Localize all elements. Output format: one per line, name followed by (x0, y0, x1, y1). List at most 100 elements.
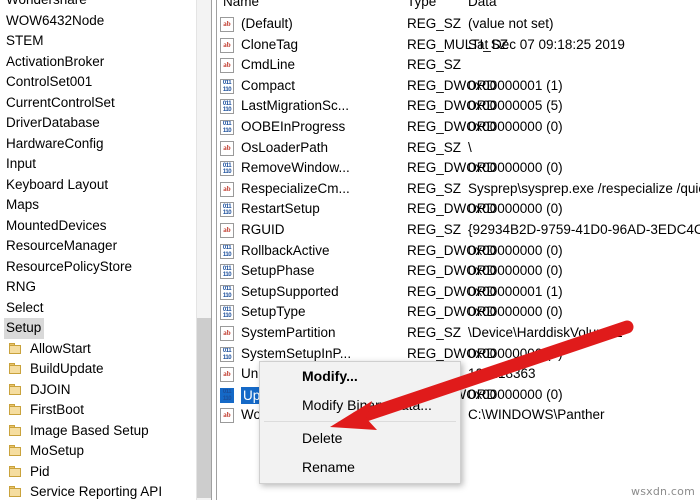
value-data-cell: 0x00000000 (0) (468, 201, 563, 217)
column-header-type[interactable]: Type (407, 0, 436, 12)
menu-item-rename[interactable]: Rename (260, 453, 460, 482)
table-row[interactable]: 011 110 SetupType REG_DWORD 0x00000000 (0) (217, 302, 700, 323)
value-name-cell: CloneTag (241, 36, 299, 52)
value-type-cell: REG_SZ (407, 221, 462, 237)
tree-item-activationbroker[interactable]: ActivationBroker (0, 52, 196, 73)
registry-editor-screenshot: WondershareWOW6432Node STEM ActivationBrok… (0, 0, 700, 500)
value-data-cell: (value not set) (468, 16, 554, 31)
dword-value-icon: 011 110 (220, 78, 234, 94)
tree-item-label: Service Reporting API (30, 484, 163, 499)
dword-value-icon: 011 110 (220, 119, 234, 135)
table-row[interactable]: 011 110 Compact REG_DWORD 0x00000001 (1) (217, 76, 700, 97)
tree-item-rng[interactable]: RNG (0, 277, 196, 298)
table-row[interactable]: ab RGUID REG_SZ {92934B2D-9759-41D0-96AD-3E… (217, 220, 700, 241)
tree-item-hardwareconfig[interactable]: HardwareConfig (0, 134, 196, 155)
tree-item-label: Maps (6, 197, 40, 212)
tree-item-resourcepolicystore[interactable]: ResourcePolicyStore (0, 257, 196, 278)
value-name-cell: (Default) (241, 16, 293, 31)
value-data-cell: 0x00000000 (0) (468, 345, 563, 361)
value-data-cell: Sysprep\sysprep.exe /respecialize /quiet (468, 180, 700, 196)
string-value-icon: ab (220, 17, 234, 32)
table-row[interactable]: ab (Default) REG_SZ (value not set) (217, 14, 700, 35)
tree-item-keyboard-layout[interactable]: Keyboard Layout (0, 175, 196, 196)
tree-item-mounteddevices[interactable]: MountedDevices (0, 216, 196, 237)
tree-item-currentcontrolset[interactable]: CurrentControlSet (0, 93, 196, 114)
tree-item-label: AllowStart (30, 340, 91, 356)
value-type-cell: REG_SZ (407, 139, 462, 155)
tree-item-label: ControlSet001 (6, 74, 93, 89)
registry-key-tree[interactable]: WondershareWOW6432Node STEM ActivationBrok… (0, 0, 196, 500)
tree-item-setup[interactable]: Setup (0, 318, 196, 339)
tree-item-controlset001[interactable]: ControlSet001 (0, 72, 196, 93)
tree-item-label: Keyboard Layout (6, 176, 109, 192)
value-name-cell: Wo (241, 407, 262, 423)
value-data-cell: 0x00000000 (0) (468, 263, 563, 279)
tree-item-label: Wondershare (4, 0, 90, 11)
tree-item-buildupdate[interactable]: BuildUpdate (0, 359, 196, 380)
context-menu[interactable]: Modify... Modify Binary Data... Delete Rena… (259, 361, 461, 484)
tree-item-wow6432node[interactable]: WOW6432Node (0, 11, 196, 32)
table-row[interactable]: 011 110 RestartSetup REG_DWORD 0x00000000 (0… (217, 199, 700, 220)
value-data-cell: 0x00000000 (0) (468, 242, 563, 258)
column-header-name[interactable]: Name (223, 0, 259, 12)
value-name-cell: LastMigrationSc... (241, 98, 350, 114)
tree-item-djoin[interactable]: DJOIN (0, 380, 196, 401)
tree-item-select[interactable]: Select (0, 298, 196, 319)
table-row[interactable]: ab CloneTag REG_MULTI_SZ Sat Dec 07 09:18:2… (217, 35, 700, 56)
tree-item-label: STEM (6, 33, 44, 48)
dword-value-icon: 011 110 (220, 161, 234, 177)
tree-item-maps[interactable]: Maps (0, 195, 196, 216)
tree-item-pid[interactable]: Pid (0, 462, 196, 483)
table-row[interactable]: 011 110 OOBEInProgress REG_DWORD 0x00000000 … (217, 117, 700, 138)
tree-item-wondershare[interactable]: Wondershare (0, 0, 196, 11)
string-value-icon: ab (220, 181, 234, 197)
tree-item-mosetup[interactable]: MoSetup (0, 441, 196, 462)
value-name-cell: Compact (241, 77, 296, 93)
value-name-cell: RollbackActive (241, 242, 330, 258)
menu-item-modify-binary-data[interactable]: Modify Binary Data... (260, 391, 460, 420)
tree-item-allowstart[interactable]: AllowStart (0, 339, 196, 360)
table-row[interactable]: 011 110 LastMigrationSc... REG_DWORD 0x00000… (217, 96, 700, 117)
folder-icon (9, 363, 22, 374)
tree-item-label: Input (6, 156, 37, 171)
value-name-cell: RemoveWindow... (241, 160, 350, 176)
menu-separator (264, 421, 456, 422)
tree-item-driverdatabase[interactable]: DriverDatabase (0, 113, 196, 134)
tree-item-label: ResourceManager (6, 238, 118, 253)
table-row[interactable]: ab RespecializeCm... REG_SZ Sysprep\sysprep… (217, 179, 700, 200)
dword-value-icon: 011 110 (220, 243, 234, 259)
table-row[interactable]: ab OsLoaderPath REG_SZ \ (217, 138, 700, 159)
tree-item-service-reporting-api[interactable]: Service Reporting API (0, 482, 196, 500)
menu-item-delete[interactable]: Delete (260, 424, 460, 453)
table-row[interactable]: 011 110 SetupSupported REG_DWORD 0x00000001 … (217, 282, 700, 303)
dword-value-icon: 011 110 (220, 202, 234, 218)
value-name-cell: SetupSupported (241, 283, 339, 299)
table-row[interactable]: 011 110 SetupPhase REG_DWORD 0x00000000 (0) (217, 261, 700, 282)
tree-item-stem[interactable]: STEM (0, 31, 196, 52)
value-name-cell: RespecializeCm... (241, 180, 350, 196)
value-name-cell: RestartSetup (241, 201, 320, 217)
value-type-cell: REG_SZ (407, 180, 462, 196)
table-row[interactable]: 011 110 RollbackActive REG_DWORD 0x00000000 … (217, 241, 700, 262)
value-data-cell: 0x00000000 (0) (468, 160, 563, 176)
column-header-data[interactable]: Data (468, 0, 497, 12)
folder-icon (9, 486, 22, 497)
menu-item-modify[interactable]: Modify... (260, 362, 460, 391)
value-name-cell: OsLoaderPath (241, 139, 329, 155)
table-row[interactable]: ab SystemPartition REG_SZ \Device\HarddiskV… (217, 323, 700, 344)
dword-value-icon: 011 110 (220, 284, 234, 300)
value-name-cell: OOBEInProgress (241, 118, 346, 134)
tree-item-firstboot[interactable]: FirstBoot (0, 400, 196, 421)
table-row[interactable]: 011 110 RemoveWindow... REG_DWORD 0x00000000… (217, 158, 700, 179)
tree-item-resourcemanager[interactable]: ResourceManager (0, 236, 196, 257)
dword-value-icon: 011 110 (220, 387, 234, 403)
list-column-headers: Name Type Data (217, 0, 700, 12)
table-row[interactable]: ab CmdLine REG_SZ (217, 55, 700, 76)
value-data-cell: {92934B2D-9759-41D0-96AD-3EDC4C410146 (468, 221, 700, 237)
tree-vertical-scrollbar[interactable] (196, 0, 211, 500)
tree-item-label: BuildUpdate (30, 361, 104, 376)
tree-scrollbar-thumb[interactable] (197, 318, 211, 498)
tree-item-input[interactable]: Input (0, 154, 196, 175)
tree-item-image-based-setup[interactable]: Image Based Setup (0, 421, 196, 442)
string-value-icon: ab (220, 140, 234, 156)
